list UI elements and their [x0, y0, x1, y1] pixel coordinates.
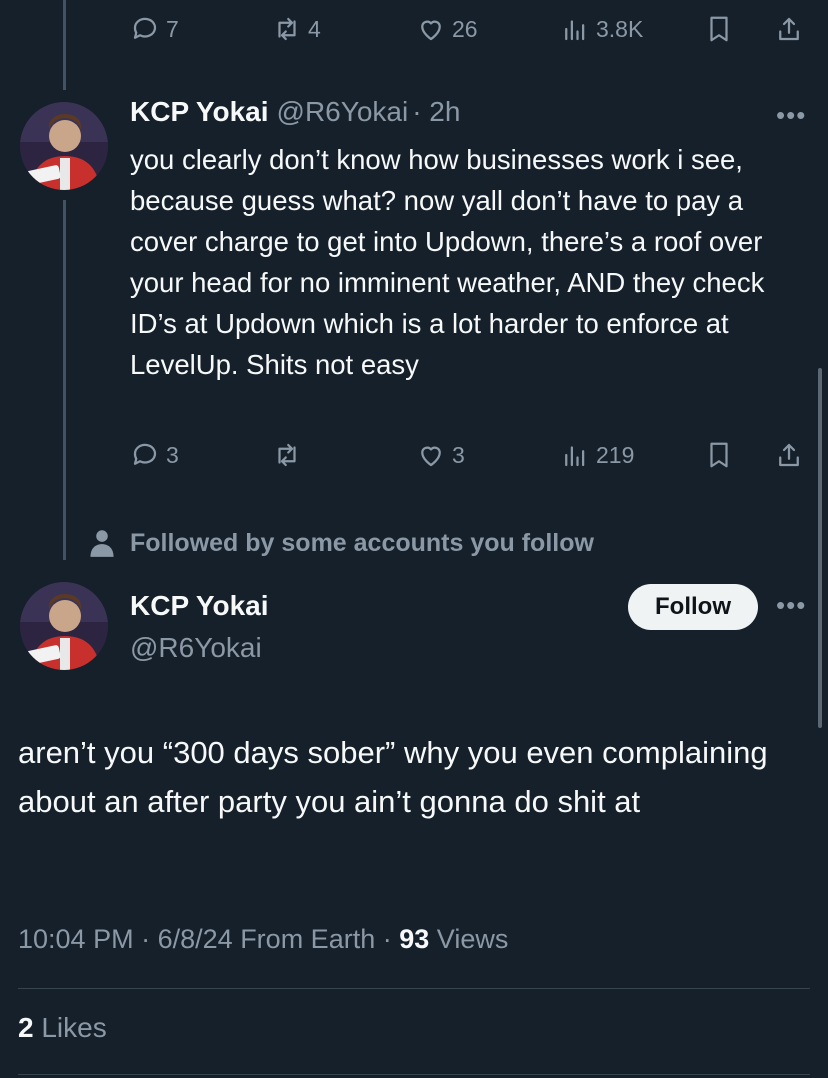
reply-count: 3	[166, 441, 179, 468]
bookmark-button[interactable]	[704, 440, 734, 470]
bookmark-icon	[710, 16, 728, 42]
thread-line-reply	[63, 200, 66, 560]
retweet-count: 4	[308, 15, 321, 42]
reply-button[interactable]: 7	[130, 14, 179, 44]
retweet-button[interactable]	[272, 440, 308, 470]
handle[interactable]: @R6Yokai	[130, 632, 262, 664]
reply-button[interactable]: 3	[130, 440, 179, 470]
timestamp[interactable]: · 2h	[412, 96, 460, 128]
avatar-image	[20, 582, 108, 670]
views-button[interactable]: 219	[560, 440, 634, 470]
views-count: 219	[596, 441, 635, 468]
heart-icon	[421, 20, 441, 41]
social-context[interactable]: Followed by some accounts you follow	[88, 528, 594, 558]
views-count: 3.8K	[596, 15, 644, 42]
divider	[18, 988, 810, 989]
tweet-source: From Earth	[240, 924, 376, 954]
reply-icon	[133, 443, 157, 465]
like-button[interactable]: 26	[416, 14, 478, 44]
likes-summary[interactable]: 2 Likes	[18, 1012, 107, 1044]
share-button[interactable]	[774, 440, 804, 470]
avatar[interactable]	[20, 102, 108, 190]
likes-count: 2	[18, 1012, 34, 1043]
like-count: 26	[452, 15, 478, 42]
follow-button[interactable]: Follow	[628, 584, 758, 630]
share-icon	[779, 443, 799, 467]
share-icon	[779, 17, 799, 41]
retweet-icon	[278, 17, 296, 41]
like-button[interactable]: 3	[416, 440, 465, 470]
social-context-text: Followed by some accounts you follow	[130, 528, 594, 557]
reply-tweet-text: you clearly don’t know how businesses wo…	[130, 144, 765, 380]
views-icon	[565, 20, 585, 41]
views-icon	[565, 446, 585, 467]
views-label: Views	[436, 924, 509, 954]
likes-label: Likes	[41, 1012, 107, 1043]
scrollbar[interactable]	[818, 368, 822, 728]
person-icon	[90, 530, 114, 557]
bookmark-icon	[710, 442, 728, 468]
tweet-metadata: 10:04 PM · 6/8/24 From Earth · 93 Views	[18, 924, 509, 954]
retweet-button[interactable]: 4	[272, 14, 321, 44]
tweet-time[interactable]: 10:04 PM	[18, 924, 134, 954]
views-count: 93	[399, 924, 430, 954]
divider	[18, 1074, 810, 1075]
display-name[interactable]: KCP Yokai	[130, 590, 269, 622]
bookmark-button[interactable]	[704, 14, 734, 44]
handle[interactable]: @R6Yokai	[277, 96, 409, 128]
heart-icon	[421, 446, 441, 467]
retweet-icon	[278, 443, 296, 467]
avatar[interactable]	[20, 582, 108, 670]
like-count: 3	[452, 441, 465, 468]
avatar-image	[20, 102, 108, 190]
reply-header: KCP Yokai @R6Yokai · 2h	[130, 96, 460, 128]
reply-tweet-actions: 3 3 219	[0, 440, 828, 480]
more-options-icon[interactable]: •••	[776, 100, 806, 131]
reply-icon	[133, 17, 157, 39]
more-options-icon[interactable]: •••	[776, 590, 806, 621]
tweet-date[interactable]: 6/8/24	[158, 924, 233, 954]
top-tweet-actions: 7 4 26 3.8K	[0, 14, 828, 54]
display-name[interactable]: KCP Yokai	[130, 96, 269, 128]
reply-count: 7	[166, 15, 179, 42]
views-button[interactable]: 3.8K	[560, 14, 643, 44]
share-button[interactable]	[774, 14, 804, 44]
main-tweet-text: aren’t you “300 days sober” why you even…	[18, 735, 768, 819]
